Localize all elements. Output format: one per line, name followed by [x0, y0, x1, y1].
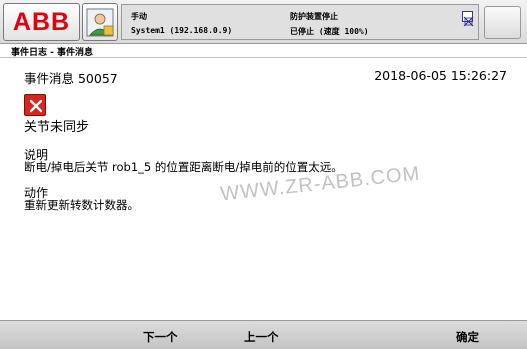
- status-bar: ABB 手动 System1 (192.168.0.9) 防护装置停止 已停止 …: [0, 0, 527, 44]
- quickset-icon[interactable]: [462, 11, 474, 27]
- ok-button[interactable]: 确定: [456, 329, 479, 345]
- action-text: 重新更新转数计数器。: [24, 198, 139, 212]
- next-button[interactable]: 下一个: [143, 329, 178, 345]
- event-message-panel: 事件消息 50057 2018-06-05 15:26:27 关节未同步 说明 …: [0, 59, 527, 320]
- operating-mode: 手动: [131, 12, 147, 21]
- system-name: System1 (192.168.0.9): [131, 26, 233, 35]
- tab-event-log[interactable]: 事件日志 - 事件消息: [11, 45, 93, 58]
- description-text: 断电/掉电后关节 rob1_5 的位置距离断电/掉电前的位置太远。: [24, 160, 343, 174]
- event-heading: 关节未同步: [24, 120, 90, 135]
- run-status: 已停止 (速度 100%): [290, 27, 369, 36]
- abb-logo: ABB: [12, 7, 71, 36]
- close-button[interactable]: [484, 6, 521, 39]
- status-panel[interactable]: 手动 System1 (192.168.0.9) 防护装置停止 已停止 (速度 …: [121, 4, 479, 40]
- user-button[interactable]: [82, 3, 118, 41]
- user-icon: [86, 8, 114, 37]
- previous-button[interactable]: 上一个: [244, 329, 279, 345]
- event-number: 事件消息 50057: [24, 71, 118, 86]
- error-icon: [24, 94, 46, 116]
- guard-status: 防护装置停止: [290, 12, 338, 21]
- tab-bar: 事件日志 - 事件消息: [0, 44, 527, 58]
- command-bar: 下一个 上一个 确定: [0, 320, 527, 349]
- abb-menu-button[interactable]: ABB: [3, 3, 80, 41]
- event-timestamp: 2018-06-05 15:26:27: [374, 68, 507, 83]
